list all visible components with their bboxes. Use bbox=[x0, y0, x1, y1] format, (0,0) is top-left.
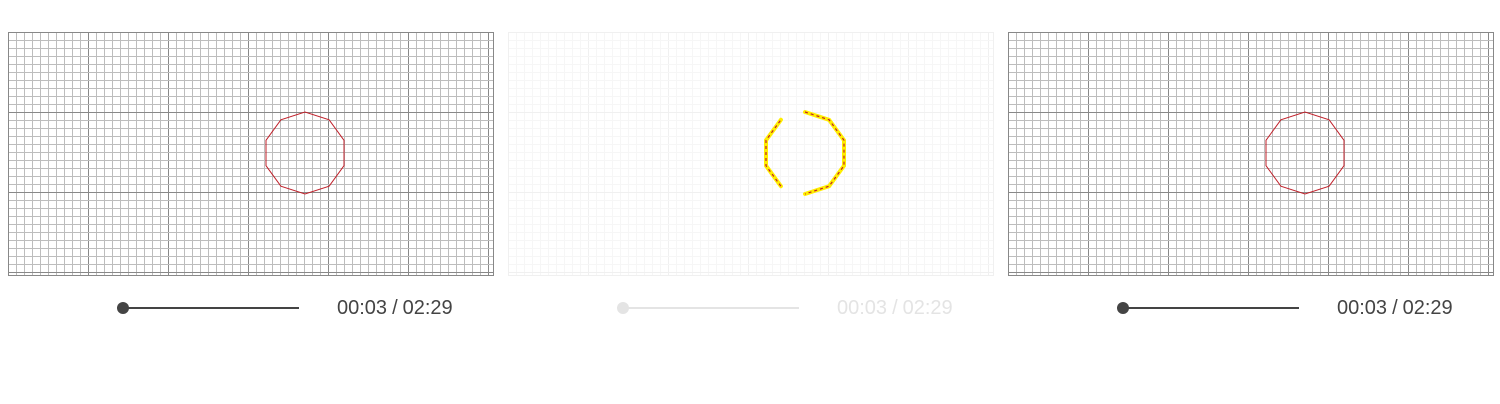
seek-handle[interactable] bbox=[616, 302, 629, 314]
time-separator: / bbox=[392, 297, 398, 319]
grid-border bbox=[8, 32, 494, 276]
grid-lines bbox=[8, 32, 494, 276]
seek-handle[interactable] bbox=[116, 302, 129, 314]
seek-track[interactable] bbox=[1119, 307, 1299, 309]
grid-canvas-left bbox=[8, 32, 494, 276]
total-time: 02:29 bbox=[902, 297, 953, 319]
video-player-triptych: 00:03/02:29 00:03/02:29 00:03 / 02:29 bbox=[0, 0, 1500, 404]
grid-border bbox=[1008, 32, 1494, 276]
time-display: 00:03/02:29 bbox=[337, 297, 453, 319]
video-player-left: 00:03/02:29 bbox=[8, 32, 494, 332]
time-display: 00:03/02:29 bbox=[837, 297, 953, 319]
current-time: 00:03 bbox=[837, 297, 888, 319]
video-viewport-center[interactable] bbox=[508, 32, 994, 276]
total-time: 02:29 bbox=[402, 297, 453, 319]
current-time: 00:03 bbox=[337, 297, 388, 319]
grid-canvas-center bbox=[508, 32, 994, 276]
seek-track[interactable] bbox=[119, 307, 299, 309]
seek-track[interactable] bbox=[619, 307, 799, 309]
grid-lines bbox=[508, 32, 994, 276]
grid-border bbox=[508, 32, 994, 276]
current-time: 00:03 bbox=[1337, 297, 1388, 319]
video-player-center: 00:03/02:29 bbox=[508, 32, 994, 332]
video-viewport-right[interactable] bbox=[1008, 32, 1494, 276]
video-player-right: 00:03/02:29 bbox=[1008, 32, 1494, 332]
time-separator: / bbox=[892, 297, 898, 319]
video-viewport-left[interactable] bbox=[8, 32, 494, 276]
seek-handle[interactable] bbox=[1116, 302, 1129, 314]
total-time: 02:29 bbox=[1402, 297, 1453, 319]
time-display: 00:03/02:29 bbox=[1337, 297, 1453, 319]
time-separator: / bbox=[1392, 297, 1398, 319]
playback-controls-center: 00:03/02:29 bbox=[508, 290, 994, 326]
playback-controls-right: 00:03/02:29 bbox=[1008, 290, 1494, 326]
grid-canvas-right bbox=[1008, 32, 1494, 276]
playback-controls-left: 00:03/02:29 bbox=[8, 290, 494, 326]
grid-lines bbox=[1008, 32, 1494, 276]
